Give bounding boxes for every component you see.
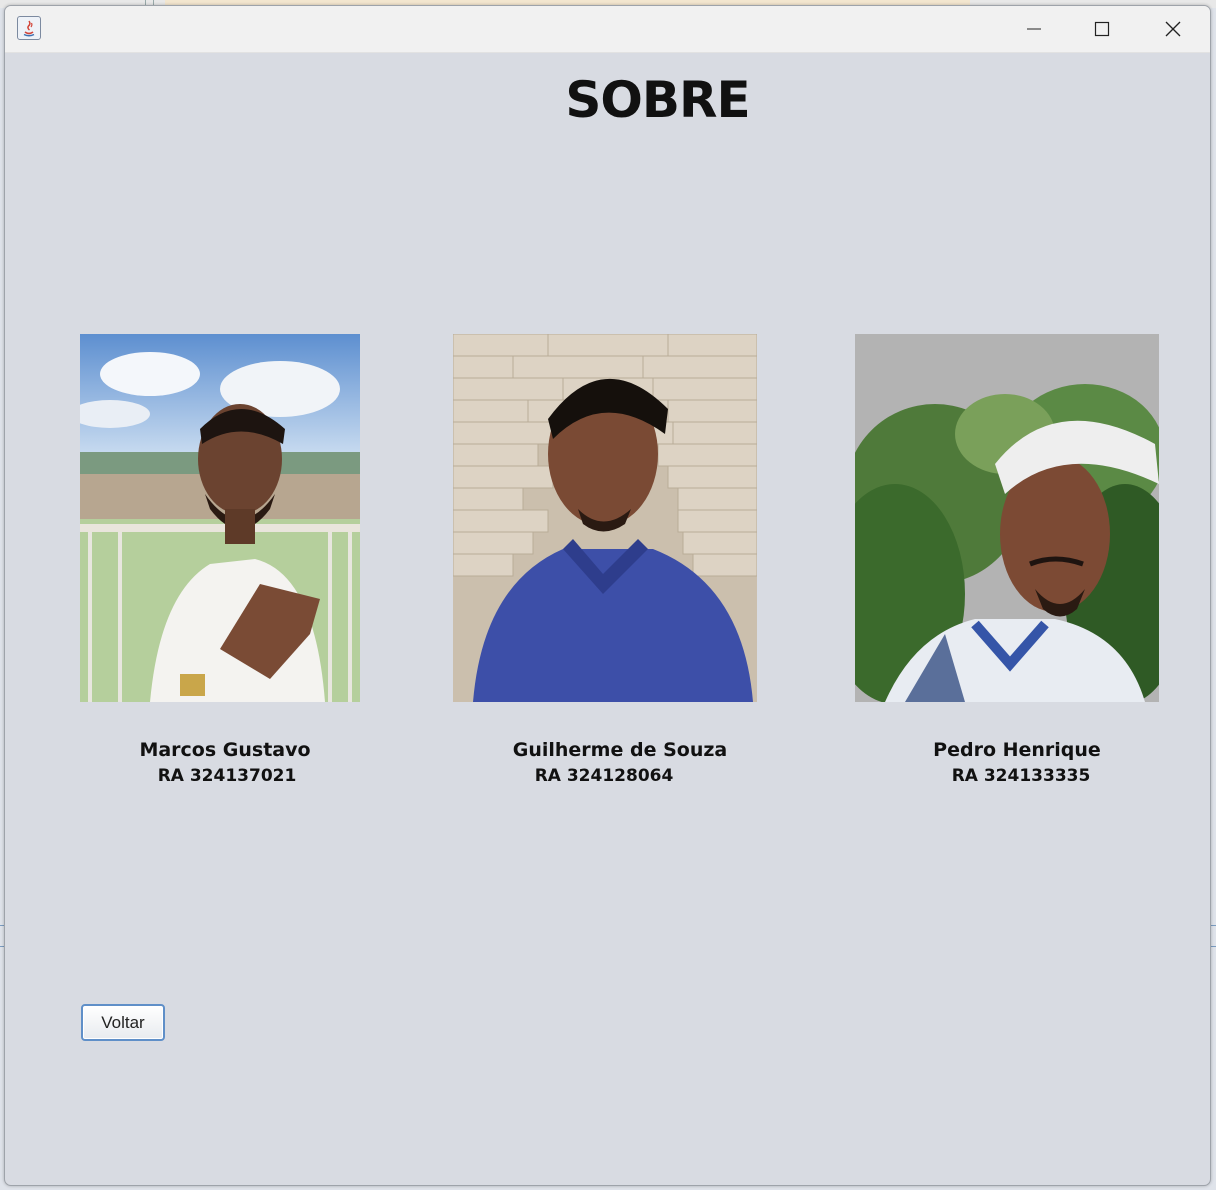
member-ra: RA 324133335 (951, 766, 1091, 786)
close-button[interactable] (1139, 6, 1207, 52)
close-icon (1165, 21, 1181, 37)
member-photo-2 (453, 334, 757, 702)
member-photo-3 (855, 334, 1159, 702)
title-bar[interactable] (5, 6, 1210, 53)
member-name: Guilherme de Souza (512, 739, 728, 761)
member-name: Marcos Gustavo (139, 739, 311, 761)
content-panel: SOBRE Marcos Gustavo RA 324137021 Guilhe… (5, 53, 1210, 1185)
minimize-button[interactable] (1000, 6, 1068, 52)
page-title: SOBRE (565, 71, 750, 129)
maximize-icon (1094, 21, 1110, 37)
about-window: SOBRE Marcos Gustavo RA 324137021 Guilhe… (4, 5, 1211, 1186)
member-ra: RA 324137021 (157, 766, 297, 786)
minimize-icon (1027, 28, 1041, 30)
member-photo-1 (80, 334, 360, 702)
member-name: Pedro Henrique (933, 739, 1101, 761)
member-ra: RA 324128064 (534, 766, 674, 786)
back-button[interactable]: Voltar (81, 1004, 165, 1041)
java-app-icon[interactable] (17, 16, 41, 40)
maximize-button[interactable] (1068, 6, 1136, 52)
